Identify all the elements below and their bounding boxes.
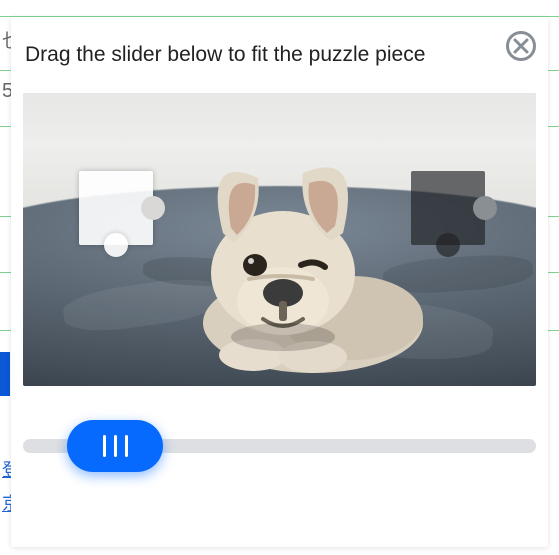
captcha-instruction: Drag the slider below to fit the puzzle … [25,43,534,67]
captcha-dialog: Drag the slider below to fit the puzzle … [11,17,548,547]
captcha-subject-dog [163,123,423,373]
close-button[interactable] [506,31,536,61]
slider-grip-icon [114,435,117,457]
slider-grip-icon [125,435,128,457]
puzzle-piece[interactable] [79,171,153,245]
captcha-image [23,93,536,386]
puzzle-target-socket [411,171,485,245]
bg-primary-button-sliver [0,352,10,396]
slider-handle[interactable] [67,420,163,472]
slider-grip-icon [103,435,106,457]
captcha-slider [23,418,536,474]
close-icon [513,38,529,54]
captcha-header: Drag the slider below to fit the puzzle … [11,17,548,79]
